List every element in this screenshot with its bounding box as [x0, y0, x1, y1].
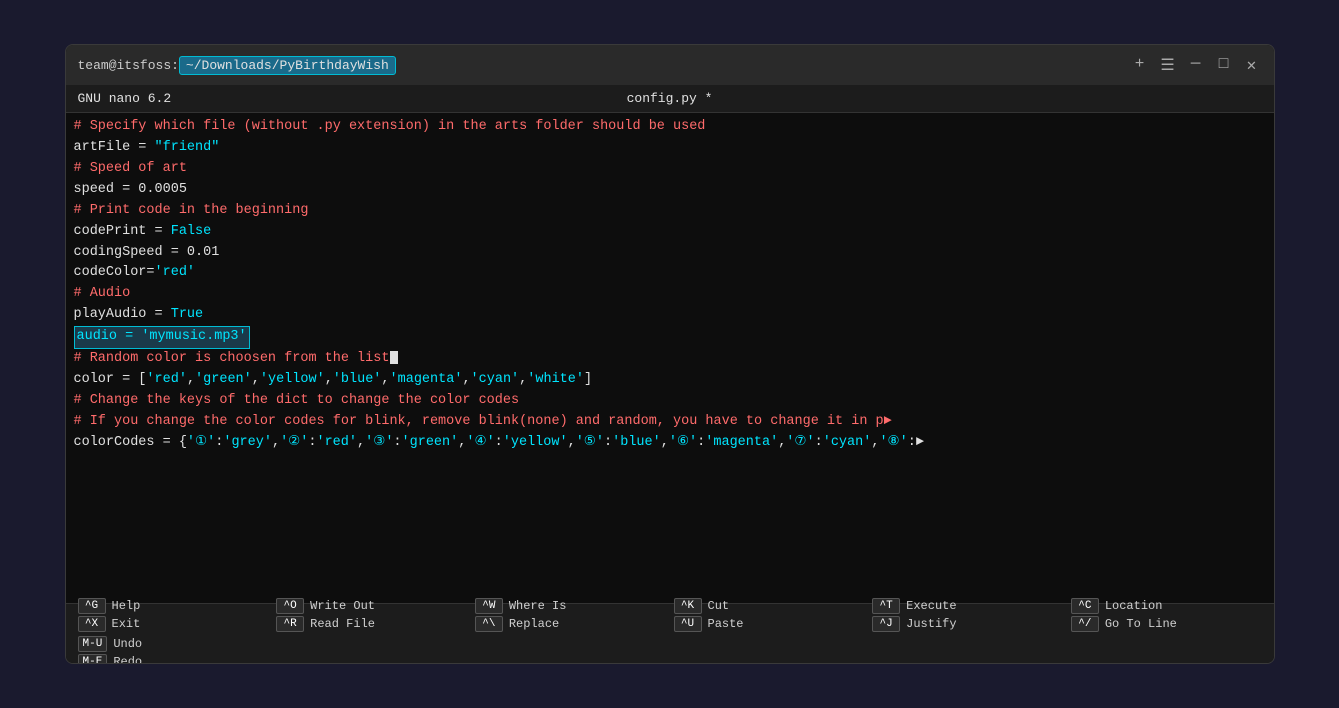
- shortcut-group-exec-justify: ^T Execute ^J Justify: [868, 596, 1067, 634]
- key-ctrl-r: ^R: [276, 616, 304, 632]
- shortcut-redo: M-E Redo: [78, 654, 269, 665]
- shortcut-execute: ^T Execute: [872, 598, 1063, 614]
- shortcut-location: ^C Location: [1071, 598, 1262, 614]
- titlebar: team@itsfoss:~/Downloads/PyBirthdayWish …: [66, 45, 1274, 85]
- shortcut-group-location-goto: ^C Location ^/ Go To Line: [1067, 596, 1266, 634]
- key-ctrl-g: ^G: [78, 598, 106, 614]
- shortcut-write-out: ^O Write Out: [276, 598, 467, 614]
- label-help: Help: [112, 599, 141, 613]
- key-ctrl-w: ^W: [475, 598, 503, 614]
- label-goto-line: Go To Line: [1105, 617, 1177, 631]
- shortcuts-bar: ^G Help ^X Exit ^O Write Out ^R Read Fil…: [66, 603, 1274, 663]
- shortcut-group-help-exit: ^G Help ^X Exit: [74, 596, 273, 634]
- shortcuts-grid: ^G Help ^X Exit ^O Write Out ^R Read Fil…: [74, 596, 1266, 665]
- key-ctrl-c: ^C: [1071, 598, 1099, 614]
- label-exit: Exit: [112, 617, 141, 631]
- label-execute: Execute: [906, 599, 956, 613]
- shortcut-exit: ^X Exit: [78, 616, 269, 632]
- shortcut-undo: M-U Undo: [78, 636, 269, 652]
- editor-header: GNU nano 6.2 config.py *: [66, 85, 1274, 113]
- label-justify: Justify: [906, 617, 956, 631]
- shortcut-cut: ^K Cut: [674, 598, 865, 614]
- shortcut-justify: ^J Justify: [872, 616, 1063, 632]
- shortcut-replace: ^\ Replace: [475, 616, 666, 632]
- label-redo: Redo: [113, 655, 142, 665]
- shortcut-read-file: ^R Read File: [276, 616, 467, 632]
- key-ctrl-j: ^J: [872, 616, 900, 632]
- line-12: # Random color is choosen from the list: [74, 349, 1266, 370]
- file-name: config.py *: [627, 91, 713, 106]
- shortcut-group-where-replace: ^W Where Is ^\ Replace: [471, 596, 670, 634]
- label-read-file: Read File: [310, 617, 375, 631]
- label-where-is: Where Is: [509, 599, 567, 613]
- shortcut-group-cut-paste: ^K Cut ^U Paste: [670, 596, 869, 634]
- shortcut-group-undo-redo: M-U Undo M-E Redo: [74, 634, 273, 665]
- key-ctrl-o: ^O: [276, 598, 304, 614]
- titlebar-user: team@itsfoss:: [78, 58, 179, 73]
- line-11: audio = 'mymusic.mp3': [74, 326, 1266, 349]
- key-ctrl-x: ^X: [78, 616, 106, 632]
- shortcut-where-is: ^W Where Is: [475, 598, 666, 614]
- line-15: # If you change the color codes for blin…: [74, 412, 1266, 433]
- empty-area: [66, 543, 1274, 603]
- line-9: # Audio: [74, 284, 1266, 305]
- label-location: Location: [1105, 599, 1163, 613]
- line-4: speed = 0.0005: [74, 180, 1266, 201]
- key-ctrl-u: ^U: [674, 616, 702, 632]
- nano-version: GNU nano 6.2: [78, 91, 172, 106]
- line-16: colorCodes = {'①':'grey','②':'red','③':'…: [74, 433, 1266, 454]
- line-1: # Specify which file (without .py extens…: [74, 117, 1266, 138]
- line-14: # Change the keys of the dict to change …: [74, 391, 1266, 412]
- editor-body[interactable]: # Specify which file (without .py extens…: [66, 113, 1274, 543]
- label-undo: Undo: [113, 637, 142, 651]
- line-10: playAudio = True: [74, 305, 1266, 326]
- terminal-window: team@itsfoss:~/Downloads/PyBirthdayWish …: [65, 44, 1275, 664]
- key-ctrl-t: ^T: [872, 598, 900, 614]
- line-5: # Print code in the beginning: [74, 201, 1266, 222]
- key-meta-u: M-U: [78, 636, 108, 652]
- label-replace: Replace: [509, 617, 559, 631]
- line-8: codeColor='red': [74, 263, 1266, 284]
- menu-btn[interactable]: ☰: [1158, 55, 1178, 75]
- shortcut-help: ^G Help: [78, 598, 269, 614]
- shortcut-paste: ^U Paste: [674, 616, 865, 632]
- line-6: codePrint = False: [74, 222, 1266, 243]
- highlighted-line: audio = 'mymusic.mp3': [74, 326, 250, 349]
- label-cut: Cut: [708, 599, 730, 613]
- shortcut-group-write-read: ^O Write Out ^R Read File: [272, 596, 471, 634]
- key-ctrl-backslash: ^\: [475, 616, 503, 632]
- line-7: codingSpeed = 0.01: [74, 243, 1266, 264]
- key-meta-e: M-E: [78, 654, 108, 665]
- titlebar-path: ~/Downloads/PyBirthdayWish: [179, 56, 396, 75]
- key-ctrl-slash: ^/: [1071, 616, 1099, 632]
- line-2: artFile = "friend": [74, 138, 1266, 159]
- new-tab-btn[interactable]: +: [1130, 55, 1150, 75]
- minimize-btn[interactable]: ─: [1186, 55, 1206, 75]
- line-3: # Speed of art: [74, 159, 1266, 180]
- label-write-out: Write Out: [310, 599, 375, 613]
- key-ctrl-k: ^K: [674, 598, 702, 614]
- window-controls: + ☰ ─ □ ✕: [1130, 55, 1262, 75]
- label-paste: Paste: [708, 617, 744, 631]
- line-13: color = ['red','green','yellow','blue','…: [74, 370, 1266, 391]
- maximize-btn[interactable]: □: [1214, 55, 1234, 75]
- shortcut-goto-line: ^/ Go To Line: [1071, 616, 1262, 632]
- close-btn[interactable]: ✕: [1242, 55, 1262, 75]
